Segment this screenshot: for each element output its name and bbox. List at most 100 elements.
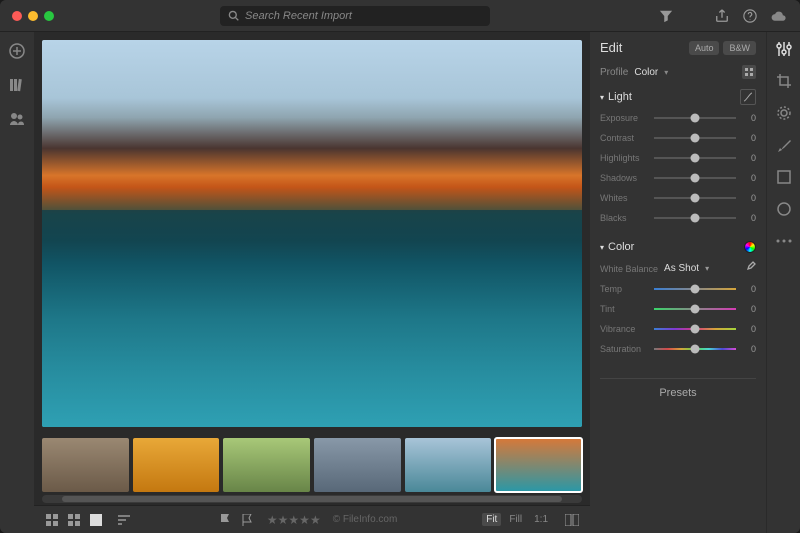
auto-button[interactable]: Auto bbox=[689, 41, 720, 55]
light-section: ▾ Light Exposure0Contrast0Highlights0Sha… bbox=[600, 89, 756, 233]
profile-value[interactable]: Color bbox=[634, 67, 658, 78]
flag-pick-icon[interactable] bbox=[217, 513, 233, 527]
light-section-header[interactable]: ▾ Light bbox=[600, 89, 756, 105]
edit-title: Edit bbox=[600, 40, 685, 55]
add-photos-icon[interactable] bbox=[8, 42, 26, 60]
thumbnail[interactable] bbox=[405, 438, 492, 492]
healing-brush-icon[interactable] bbox=[775, 104, 793, 122]
bw-button[interactable]: B&W bbox=[723, 41, 756, 55]
left-sidebar bbox=[0, 32, 34, 533]
people-icon[interactable] bbox=[8, 110, 26, 128]
slider-value: 0 bbox=[742, 344, 756, 354]
thumbnail[interactable] bbox=[223, 438, 310, 492]
slider-value: 0 bbox=[742, 324, 756, 334]
slider-row: Whites0 bbox=[600, 193, 756, 203]
library-icon[interactable] bbox=[8, 76, 26, 94]
slider-row: Vibrance 0 bbox=[600, 324, 756, 334]
slider-knob[interactable] bbox=[691, 214, 700, 223]
color-mixer-icon[interactable] bbox=[744, 241, 756, 253]
cloud-icon[interactable] bbox=[768, 6, 788, 26]
slider-track[interactable] bbox=[654, 137, 736, 139]
slider-value: 0 bbox=[742, 284, 756, 294]
color-section-header[interactable]: ▾ Color bbox=[600, 241, 756, 253]
slider-knob[interactable] bbox=[691, 134, 700, 143]
slider-track[interactable] bbox=[654, 328, 736, 330]
slider-track[interactable] bbox=[654, 217, 736, 219]
slider-knob[interactable] bbox=[691, 114, 700, 123]
thumbnail-selected[interactable] bbox=[495, 438, 582, 492]
thumbnail[interactable] bbox=[42, 438, 129, 492]
slider-knob[interactable] bbox=[691, 325, 700, 334]
slider-track[interactable] bbox=[654, 197, 736, 199]
slider-value: 0 bbox=[742, 193, 756, 203]
slider-track[interactable] bbox=[654, 177, 736, 179]
color-section: ▾ Color White Balance As Shot ▾ Temp 0 Tin… bbox=[600, 241, 756, 364]
eyedropper-icon[interactable] bbox=[744, 261, 756, 276]
presets-button[interactable]: Presets bbox=[600, 378, 756, 401]
grid-view-icon[interactable] bbox=[44, 513, 60, 527]
single-view-icon[interactable] bbox=[88, 513, 104, 527]
close-window-button[interactable] bbox=[12, 11, 22, 21]
minimize-window-button[interactable] bbox=[28, 11, 38, 21]
slider-track[interactable] bbox=[654, 288, 736, 290]
slider-label: Tint bbox=[600, 304, 654, 314]
slider-row: Shadows 0 bbox=[600, 173, 756, 183]
adjust-sliders-icon[interactable] bbox=[775, 40, 793, 58]
search-input[interactable]: Search Recent Import bbox=[220, 6, 490, 26]
radial-gradient-icon[interactable] bbox=[775, 200, 793, 218]
center-area: ★★★★★ © FileInfo.com Fit Fill 1:1 bbox=[34, 32, 590, 533]
brush-icon[interactable] bbox=[775, 136, 793, 154]
flag-reject-icon[interactable] bbox=[239, 513, 255, 527]
detail-view-icon[interactable] bbox=[66, 513, 82, 527]
chevron-down-icon: ▾ bbox=[600, 93, 604, 102]
thumbnail[interactable] bbox=[314, 438, 401, 492]
thumbnail[interactable] bbox=[133, 438, 220, 492]
slider-knob[interactable] bbox=[691, 154, 700, 163]
slider-label: Highlights bbox=[600, 153, 654, 163]
profile-browser-icon[interactable] bbox=[742, 65, 756, 79]
chevron-down-icon[interactable]: ▾ bbox=[705, 264, 709, 273]
chevron-down-icon[interactable]: ▾ bbox=[664, 68, 668, 77]
slider-row: Blacks0 bbox=[600, 213, 756, 223]
slider-label: Temp bbox=[600, 284, 654, 294]
slider-row: Tint0 bbox=[600, 304, 756, 314]
slider-track[interactable] bbox=[654, 117, 736, 119]
slider-track[interactable] bbox=[654, 157, 736, 159]
slider-label: Vibrance bbox=[600, 324, 654, 334]
slider-knob[interactable] bbox=[691, 345, 700, 354]
slider-knob[interactable] bbox=[691, 285, 700, 294]
more-icon[interactable] bbox=[775, 232, 793, 250]
bottom-bar: ★★★★★ © FileInfo.com Fit Fill 1:1 bbox=[34, 505, 590, 533]
zoom-fit-button[interactable]: Fit bbox=[482, 513, 501, 526]
tone-curve-icon[interactable] bbox=[740, 89, 756, 105]
maximize-window-button[interactable] bbox=[44, 11, 54, 21]
compare-icon[interactable] bbox=[564, 513, 580, 527]
zoom-fill-button[interactable]: Fill bbox=[505, 513, 526, 526]
filter-icon[interactable] bbox=[656, 6, 676, 26]
zoom-1to1-button[interactable]: 1:1 bbox=[530, 513, 552, 526]
chevron-down-icon: ▾ bbox=[600, 243, 604, 252]
crop-icon[interactable] bbox=[775, 72, 793, 90]
slider-value: 0 bbox=[742, 173, 756, 183]
slider-track[interactable] bbox=[654, 348, 736, 350]
slider-row: Temp 0 bbox=[600, 284, 756, 294]
wb-value[interactable]: As Shot bbox=[664, 263, 699, 274]
slider-label: Shadows bbox=[600, 173, 654, 183]
slider-knob[interactable] bbox=[691, 194, 700, 203]
filmstrip-scrollbar[interactable] bbox=[42, 495, 582, 503]
slider-track[interactable] bbox=[654, 308, 736, 310]
wb-label: White Balance bbox=[600, 264, 658, 274]
slider-label: Saturation bbox=[600, 344, 654, 354]
help-icon[interactable] bbox=[740, 6, 760, 26]
title-bar: Search Recent Import bbox=[0, 0, 800, 32]
linear-gradient-icon[interactable] bbox=[775, 168, 793, 186]
image-canvas[interactable] bbox=[42, 40, 582, 427]
share-icon[interactable] bbox=[712, 6, 732, 26]
sort-icon[interactable] bbox=[116, 513, 132, 527]
slider-knob[interactable] bbox=[691, 305, 700, 314]
color-title: Color bbox=[608, 241, 634, 253]
rating-stars[interactable]: ★★★★★ bbox=[267, 513, 321, 527]
slider-label: Exposure bbox=[600, 113, 654, 123]
slider-knob[interactable] bbox=[691, 174, 700, 183]
slider-row: Exposure0 bbox=[600, 113, 756, 123]
